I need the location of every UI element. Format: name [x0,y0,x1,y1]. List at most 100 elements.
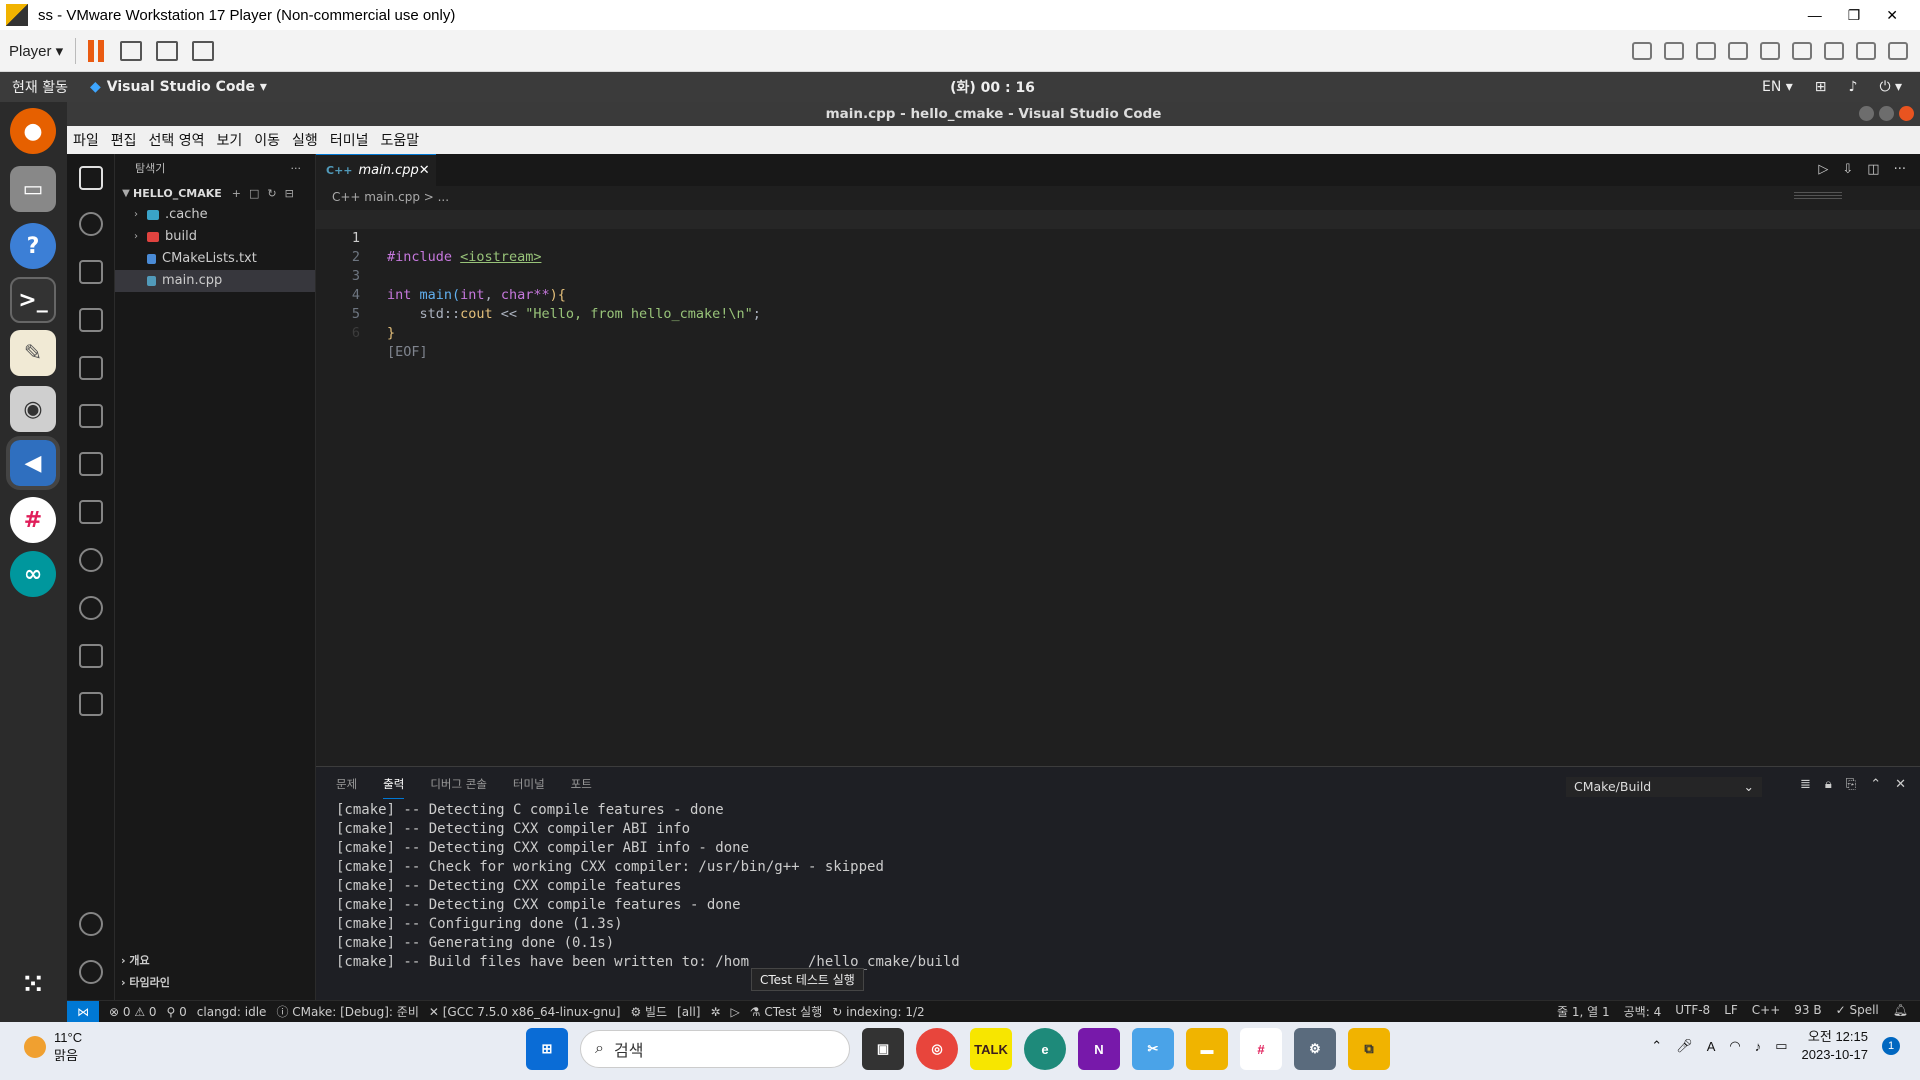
notifications-bell-icon[interactable]: 🔔︎ [1893,1003,1908,1020]
tab-output[interactable]: 출력 [383,776,405,799]
vmware-taskbar-icon[interactable]: ⧉ [1348,1028,1390,1070]
breadcrumb[interactable]: C++ main.cpp > ... [316,186,1920,208]
explorer-more-icon[interactable]: ··· [291,154,302,184]
ctest-button[interactable]: ⚗ CTest 실행 [750,1003,822,1020]
pause-icon[interactable] [88,39,95,62]
tree-item-cmakelists[interactable]: CMakeLists.txt [115,248,315,270]
git-graph-icon[interactable] [79,596,103,620]
accounts-icon[interactable] [79,912,103,936]
task-view-icon[interactable]: ▣ [862,1028,904,1070]
ports-status[interactable]: ⚲ 0 [167,1005,187,1019]
tab-main-cpp[interactable]: C++ main.cpp ✕ [316,154,436,186]
clear-output-icon[interactable]: ⎘ [1846,777,1856,792]
player-menu[interactable]: Player ▾ [9,42,63,60]
end-of-line[interactable]: LF [1724,1003,1738,1020]
debug-icon[interactable]: ✲ [710,1005,720,1019]
problems-status[interactable]: ⊗ 0 ⚠ 0 [109,1005,157,1019]
menu-go[interactable]: 이동 [254,130,280,150]
cd-drive-icon[interactable] [1696,41,1716,60]
kit-status[interactable]: ✕ [GCC 7.5.0 x86_64-linux-gnu] [429,1005,621,1019]
usb-icon[interactable] [1856,41,1876,60]
printer-icon[interactable] [1760,41,1780,60]
send-ctrl-alt-del-icon[interactable] [120,40,143,61]
split-editor-icon[interactable]: ◫ [1867,162,1879,177]
github-icon[interactable] [79,548,103,572]
tab-ports[interactable]: 포트 [571,776,592,792]
extensions-icon[interactable] [79,356,103,380]
screenshot-camera-icon[interactable]: ◉ [10,386,56,432]
settings-gear-icon[interactable] [79,960,103,984]
remote-explorer-icon[interactable] [79,404,103,428]
slack-taskbar-icon[interactable]: # [1240,1028,1282,1070]
wifi-icon[interactable]: ◠ [1729,1038,1740,1054]
windows-start-icon[interactable]: ⊞ [526,1028,568,1070]
output-channel-select[interactable]: CMake/Build ⌄ [1566,777,1762,797]
encoding[interactable]: UTF-8 [1675,1003,1710,1020]
menu-file[interactable]: 파일 [73,130,99,150]
workspace-folder[interactable]: ▼ HELLO_CMAKE +□↻⊟ [115,184,315,204]
kakaotalk-icon[interactable]: TALK [970,1028,1012,1070]
tree-item-build[interactable]: › build [115,226,315,248]
hard-disk-icon[interactable] [1664,41,1684,60]
restore-button[interactable]: ❐ [1848,7,1861,24]
tree-item-cache[interactable]: › .cache [115,204,315,226]
forward-icon[interactable] [1632,41,1652,60]
help-icon[interactable]: ? [10,223,56,269]
arduino-icon[interactable]: ∞ [10,551,56,597]
clangd-status[interactable]: clangd: idle [197,1005,267,1019]
source-control-icon[interactable] [79,260,103,284]
debug-file-icon[interactable]: ⇩ [1842,162,1853,177]
tab-problems[interactable]: 문제 [336,776,357,792]
taskbar-search[interactable]: ⌕ 검색 [580,1030,850,1068]
launch-icon[interactable]: ▷ [731,1005,740,1019]
settings-icon[interactable]: ⚙ [1294,1028,1336,1070]
taskbar-clock[interactable]: 오전 12:15 2023-10-17 [1802,1028,1869,1064]
spell-status[interactable]: ✓ Spell [1836,1003,1879,1020]
menu-selection[interactable]: 선택 영역 [149,130,205,150]
build-button[interactable]: ⚙ 빌드 [630,1003,667,1020]
window-maximize-button[interactable] [1879,106,1894,121]
more-actions-icon[interactable]: ··· [1894,162,1906,177]
close-button[interactable]: ✕ [1886,7,1898,24]
tab-debug-console[interactable]: 디버그 콘솔 [430,776,487,792]
lock-icon[interactable]: 🔒︎ [1825,777,1832,792]
window-close-button[interactable] [1899,106,1914,121]
testing-icon[interactable] [79,452,103,476]
cmake-icon[interactable] [79,500,103,524]
microphone-icon[interactable]: 🎤︎ [1676,1038,1693,1054]
unity-icon[interactable] [192,40,215,61]
minimap[interactable] [1794,192,1842,200]
camera-icon[interactable] [1824,41,1844,60]
weather-widget[interactable]: 11°C 맑음 [24,1030,82,1064]
platformio-icon[interactable] [79,644,103,668]
explorer-icon[interactable] [79,166,103,190]
edge-icon[interactable]: e [1024,1028,1066,1070]
menu-edit[interactable]: 편집 [111,130,137,150]
tree-item-main-cpp[interactable]: main.cpp [115,270,315,292]
menu-terminal[interactable]: 터미널 [330,130,369,150]
fit-guest-icon[interactable] [156,40,179,61]
battery-icon[interactable]: ▭ [1775,1038,1787,1054]
run-debug-icon[interactable] [79,308,103,332]
bookmarks-icon[interactable] [79,692,103,716]
text-editor-icon[interactable]: ✎ [10,330,56,376]
files-icon[interactable]: ▭ [10,166,56,212]
close-tab-icon[interactable]: ✕ [419,163,430,178]
menu-view[interactable]: 보기 [217,130,243,150]
language-mode[interactable]: C++ [1752,1003,1781,1020]
indentation[interactable]: 공백: 4 [1624,1003,1662,1020]
menu-help[interactable]: 도움말 [380,130,419,150]
sound-card-icon[interactable] [1792,41,1812,60]
snipping-tool-icon[interactable]: ✂ [1132,1028,1174,1070]
terminal-icon[interactable]: >_ [10,277,56,323]
speaker-icon[interactable]: ♪ [1755,1039,1762,1054]
file-explorer-icon[interactable]: ▬ [1186,1028,1228,1070]
filter-list-icon[interactable]: ≣ [1800,777,1811,792]
slack-icon[interactable]: # [10,497,56,543]
show-hidden-icons-icon[interactable]: ⌃ [1651,1038,1662,1054]
network-adapter-icon[interactable] [1728,41,1748,60]
cmake-status[interactable]: ⓘ CMake: [Debug]: 준비 [276,1003,418,1020]
maximize-panel-icon[interactable]: ⌃ [1870,777,1881,792]
tab-terminal[interactable]: 터미널 [513,776,545,792]
vscode-dock-icon[interactable]: ◀ [6,436,60,490]
